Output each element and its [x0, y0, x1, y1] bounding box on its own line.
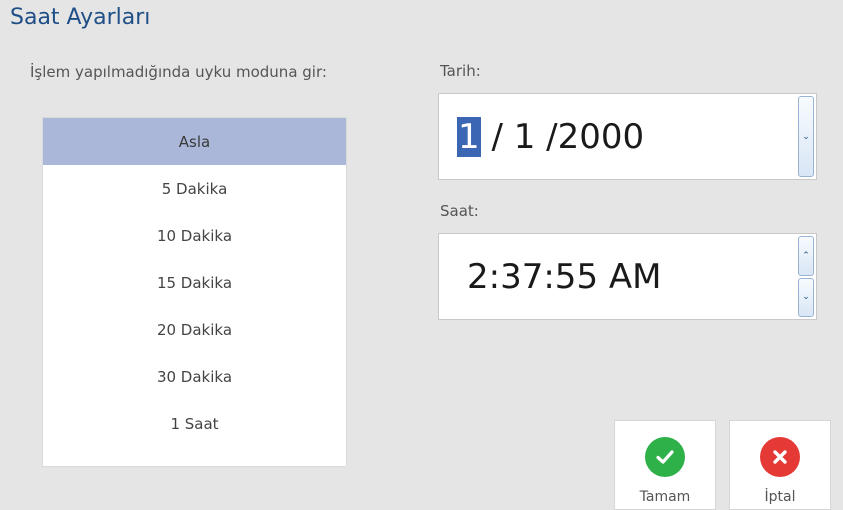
list-item-30-dakika[interactable]: 30 Dakika [43, 353, 346, 400]
date-value[interactable]: 1 / 1 /2000 [457, 116, 645, 157]
list-item-asla[interactable]: Asla [43, 118, 346, 165]
x-mark-icon [773, 450, 787, 464]
date-label: Tarih: [440, 62, 481, 80]
list-item-15-dakika[interactable]: 15 Dakika [43, 259, 346, 306]
list-item-1-saat[interactable]: 1 Saat [43, 400, 346, 447]
list-item-10-dakika[interactable]: 10 Dakika [43, 212, 346, 259]
date-spinbox[interactable]: 1 / 1 /2000 ⌄ [438, 93, 817, 180]
date-spin-buttons[interactable]: ⌄ [798, 96, 814, 177]
time-spin-up-button[interactable]: ⌃ [798, 236, 814, 276]
cancel-button-label: İptal [764, 489, 796, 505]
time-value[interactable]: 2:37:55 AM [467, 257, 661, 297]
sleep-mode-list[interactable]: Asla 5 Dakika 10 Dakika 15 Dakika 20 Dak… [42, 117, 347, 467]
ok-button[interactable]: Tamam [614, 420, 716, 510]
chevron-down-icon: ⌄ [802, 292, 810, 303]
check-mark-icon [656, 450, 674, 464]
time-spin-buttons[interactable]: ⌃ ⌄ [798, 236, 814, 317]
x-circle-icon [760, 437, 800, 477]
chevron-up-icon: ⌃ [802, 250, 810, 261]
time-spin-down-button[interactable]: ⌄ [798, 277, 814, 317]
list-item-5-dakika[interactable]: 5 Dakika [43, 165, 346, 212]
sleep-mode-label: İşlem yapılmadığında uyku moduna gir: [30, 63, 327, 81]
ok-button-label: Tamam [639, 489, 691, 505]
chevron-down-icon: ⌄ [802, 131, 810, 142]
date-rest: / 1 /2000 [480, 116, 645, 157]
date-day-selected[interactable]: 1 [457, 116, 481, 157]
cancel-button[interactable]: İptal [729, 420, 831, 510]
time-label: Saat: [440, 202, 479, 220]
page-title: Saat Ayarları [10, 5, 151, 30]
check-circle-icon [645, 437, 685, 477]
date-spin-dropdown-button[interactable]: ⌄ [798, 96, 814, 177]
time-spinbox[interactable]: 2:37:55 AM ⌃ ⌄ [438, 233, 817, 320]
list-item-20-dakika[interactable]: 20 Dakika [43, 306, 346, 353]
